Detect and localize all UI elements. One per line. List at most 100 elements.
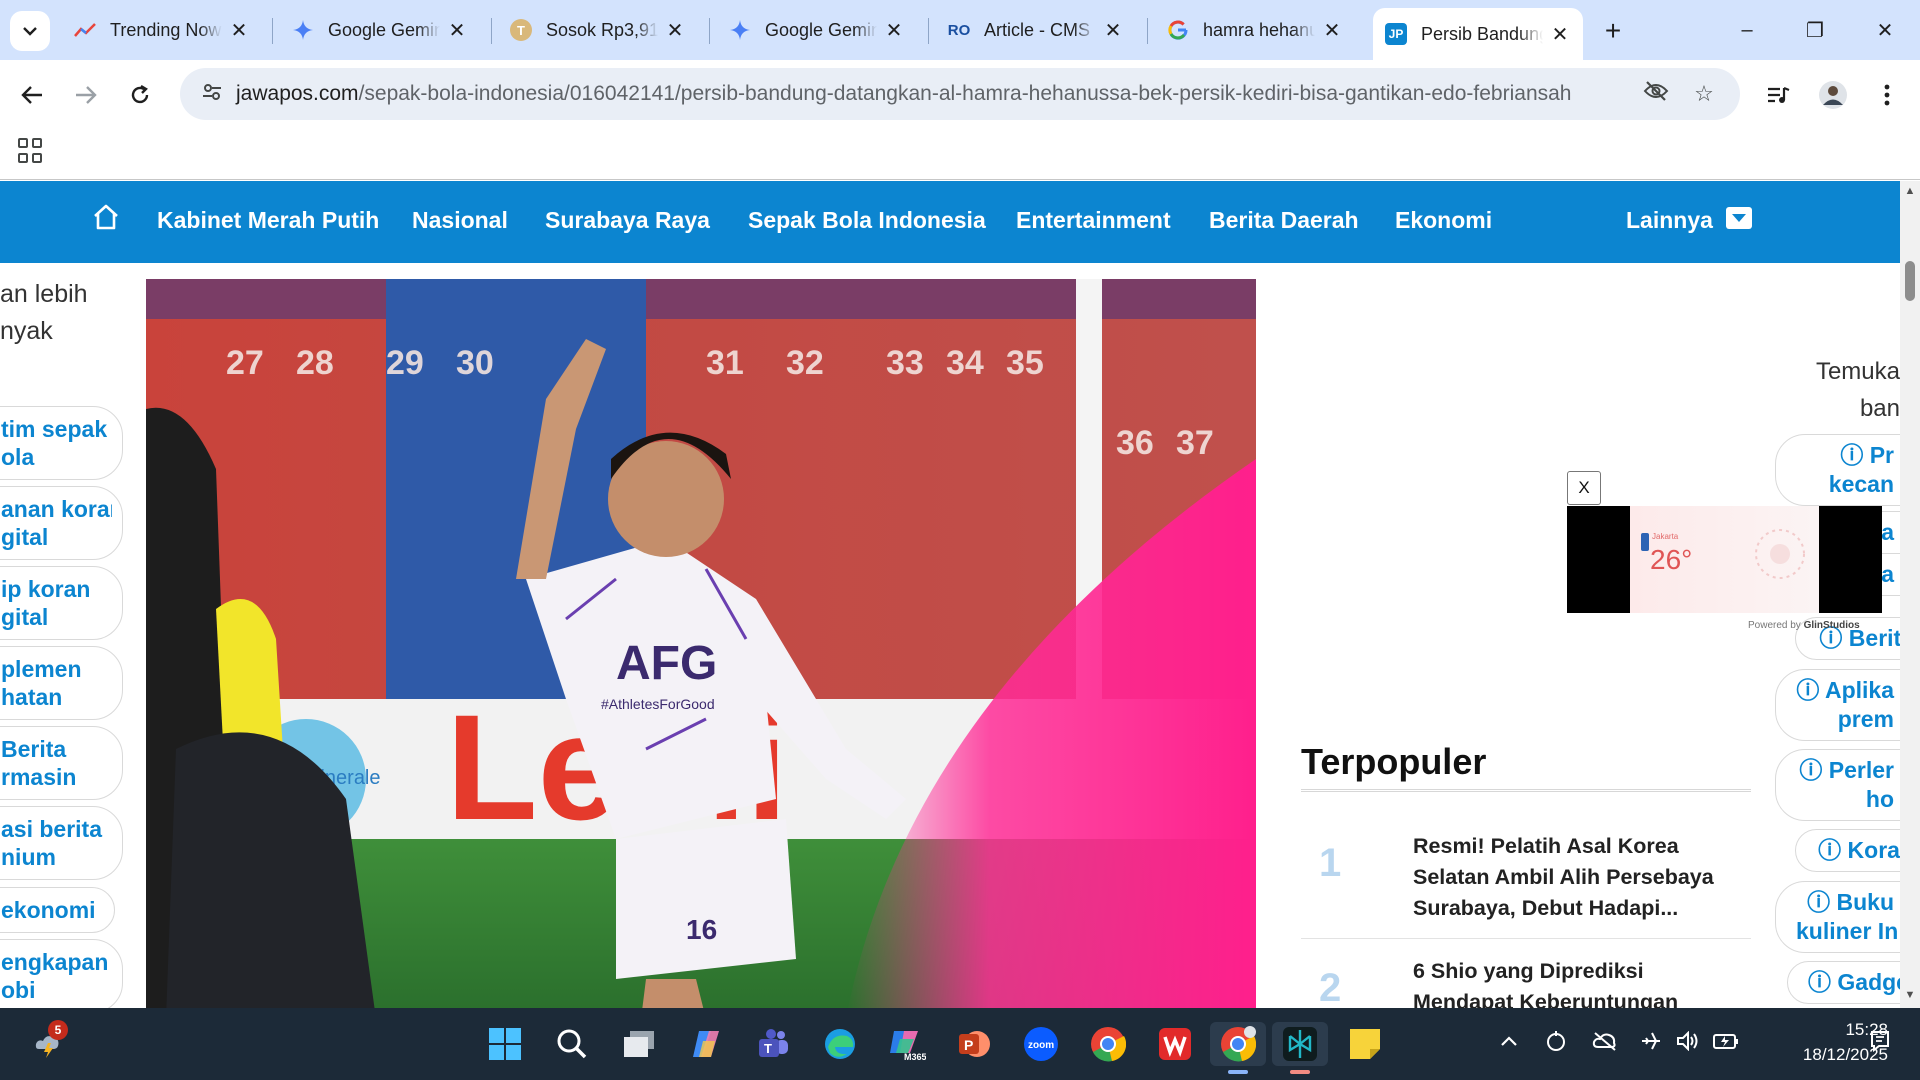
nav-entertainment[interactable]: Entertainment (1016, 207, 1171, 234)
chrome-button[interactable] (1086, 1022, 1130, 1066)
left-sidebar-pill[interactable]: tim sepak ola (0, 406, 123, 480)
menu-button[interactable] (1867, 75, 1907, 115)
nav-sepak-bola-indonesia[interactable]: Sepak Bola Indonesia (748, 207, 986, 234)
nav-nasional[interactable]: Nasional (412, 207, 508, 234)
show-hidden-icons-button[interactable] (1494, 1026, 1524, 1056)
wps-button[interactable] (1153, 1022, 1197, 1066)
scroll-thumb[interactable] (1905, 261, 1915, 301)
right-sidebar-pill[interactable]: ⓘ Pr kecan (1775, 434, 1900, 506)
close-icon[interactable]: ✕ (446, 18, 468, 43)
site-info-icon[interactable] (192, 83, 232, 106)
pill-line: kecan (1828, 471, 1894, 497)
eye-off-icon[interactable] (1640, 78, 1672, 110)
m365-button[interactable]: M365 (885, 1022, 929, 1066)
tab-persib-active[interactable]: JP Persib Bandung ✕ (1373, 8, 1583, 60)
minimize-button[interactable]: – (1724, 10, 1770, 50)
nav-lainnya[interactable]: Lainnya (1626, 207, 1713, 234)
tab-google-search[interactable]: hamra hehanussa ✕ (1155, 10, 1355, 50)
task-view-button[interactable] (617, 1022, 661, 1066)
task-view-icon (624, 1031, 654, 1057)
ad-close-button[interactable]: X (1567, 471, 1601, 505)
tab-trending[interactable]: Trending Now ✕ (62, 10, 262, 50)
close-icon[interactable]: ✕ (664, 18, 686, 43)
weather-ad[interactable]: Jakarta 26° (1567, 506, 1882, 613)
start-button[interactable] (483, 1022, 527, 1066)
onedrive-status[interactable] (1541, 1026, 1571, 1056)
sticky-notes-button[interactable] (1343, 1022, 1387, 1066)
home-icon[interactable] (92, 203, 120, 233)
back-button[interactable] (12, 75, 52, 115)
url-text[interactable]: jawapos.com/sepak-bola-indonesia/0160421… (236, 82, 1571, 106)
edge-button[interactable] (818, 1022, 862, 1066)
tab-gemini-1[interactable]: Google Gemini ✕ (280, 10, 480, 50)
close-window-button[interactable]: ✕ (1862, 10, 1908, 50)
notification-center-button[interactable] (1865, 1026, 1895, 1056)
left-sidebar-pill[interactable]: ip koran gital (0, 566, 123, 640)
right-sidebar-pill[interactable]: ⓘ Perler ho (1775, 749, 1900, 821)
site-navigation: Kabinet Merah Putih Nasional Surabaya Ra… (0, 181, 1900, 263)
windows-taskbar: T M365 P zoom (0, 1008, 1920, 1080)
apps-grid-icon[interactable] (18, 138, 44, 164)
browser-toolbar: jawapos.com/sepak-bola-indonesia/0160421… (0, 60, 1920, 130)
teams-button[interactable]: T (751, 1022, 795, 1066)
scroll-down-icon[interactable]: ▼ (1903, 989, 1917, 1001)
zoom-button[interactable]: zoom (1019, 1022, 1063, 1066)
search-button[interactable] (550, 1022, 594, 1066)
new-tab-button[interactable]: + (1595, 14, 1631, 50)
forward-button[interactable] (66, 75, 106, 115)
tab-cms[interactable]: RO Article - CMS ✕ (936, 10, 1136, 50)
left-sidebar-pill[interactable]: engkapan obi (0, 939, 123, 1008)
right-sidebar-pill[interactable]: ⓘ Buku kuliner In (1775, 881, 1900, 953)
page-scrollbar[interactable]: ▲ ▼ (1900, 181, 1920, 1008)
battery-status[interactable] (1711, 1026, 1741, 1056)
nav-surabaya-raya[interactable]: Surabaya Raya (545, 207, 710, 234)
restore-button[interactable]: ❐ (1792, 10, 1838, 50)
close-icon[interactable]: ✕ (883, 18, 905, 43)
bolt-icon: ⓘ (1840, 442, 1870, 468)
address-bar[interactable]: jawapos.com/sepak-bola-indonesia/0160421… (180, 68, 1740, 120)
star-icon[interactable]: ☆ (1688, 78, 1720, 110)
scroll-up-icon[interactable]: ▲ (1903, 185, 1917, 197)
profile-avatar[interactable] (1813, 75, 1853, 115)
popular-title[interactable]: 6 Shio yang Diprediksi Mendapat Keberunt… (1413, 956, 1743, 1008)
airplane-mode-status[interactable] (1636, 1026, 1666, 1056)
left-sidebar-pill[interactable]: anan koran gital (0, 486, 123, 560)
tab-search-button[interactable] (10, 11, 50, 51)
pill-line: ⓘ Buku (1796, 888, 1894, 917)
right-sidebar-pill[interactable]: ⓘ Aplika prem (1775, 669, 1900, 741)
cloud-offline-status[interactable] (1590, 1026, 1620, 1056)
copilot-button[interactable] (684, 1022, 728, 1066)
popular-item[interactable]: 2 6 Shio yang Diprediksi Mendapat Keberu… (1301, 956, 1751, 1008)
close-icon[interactable]: ✕ (1102, 18, 1124, 43)
tab-gemini-2[interactable]: Google Gemini ✕ (717, 10, 917, 50)
notification-icon (1871, 1031, 1889, 1052)
reload-button[interactable] (120, 75, 160, 115)
tab-sosok[interactable]: T Sosok Rp3,91 ✕ (498, 10, 698, 50)
volume-control[interactable] (1673, 1026, 1703, 1056)
left-sidebar-pill[interactable]: Berita rmasin (0, 726, 123, 800)
active-indicator (1290, 1070, 1310, 1074)
right-sidebar-pill[interactable]: ⓘ Gadge (1787, 961, 1900, 1004)
pill-line: gital (1, 524, 49, 550)
tab-title: Article - CMS (984, 19, 1091, 40)
nav-ekonomi[interactable]: Ekonomi (1395, 207, 1492, 234)
pill-line: rmasin (1, 764, 77, 790)
perplexity-button[interactable] (1272, 1022, 1328, 1074)
powerpoint-button[interactable]: P (952, 1022, 996, 1066)
close-icon[interactable]: ✕ (1321, 18, 1343, 43)
close-icon[interactable]: ✕ (228, 18, 250, 43)
bolt-icon: ⓘ (1807, 889, 1837, 915)
chrome-profile-button[interactable] (1210, 1022, 1266, 1074)
popular-title[interactable]: Resmi! Pelatih Asal Korea Selatan Ambil … (1413, 831, 1743, 924)
left-sidebar-pill[interactable]: asi berita nium (0, 806, 123, 880)
nav-berita-daerah[interactable]: Berita Daerah (1209, 207, 1359, 234)
nav-kabinet-merah-putih[interactable]: Kabinet Merah Putih (157, 207, 379, 234)
close-icon[interactable]: ✕ (1549, 22, 1571, 47)
caret-down-icon[interactable] (1726, 207, 1752, 229)
media-control-button[interactable] (1758, 75, 1798, 115)
left-sidebar-pill[interactable]: ekonomi (0, 887, 115, 933)
left-sidebar-pill[interactable]: plemen hatan (0, 646, 123, 720)
popular-item[interactable]: 1 Resmi! Pelatih Asal Korea Selatan Ambi… (1301, 831, 1751, 941)
right-sidebar-pill[interactable]: ⓘ Koran (1795, 829, 1900, 872)
pill-line: prem (1837, 706, 1894, 732)
